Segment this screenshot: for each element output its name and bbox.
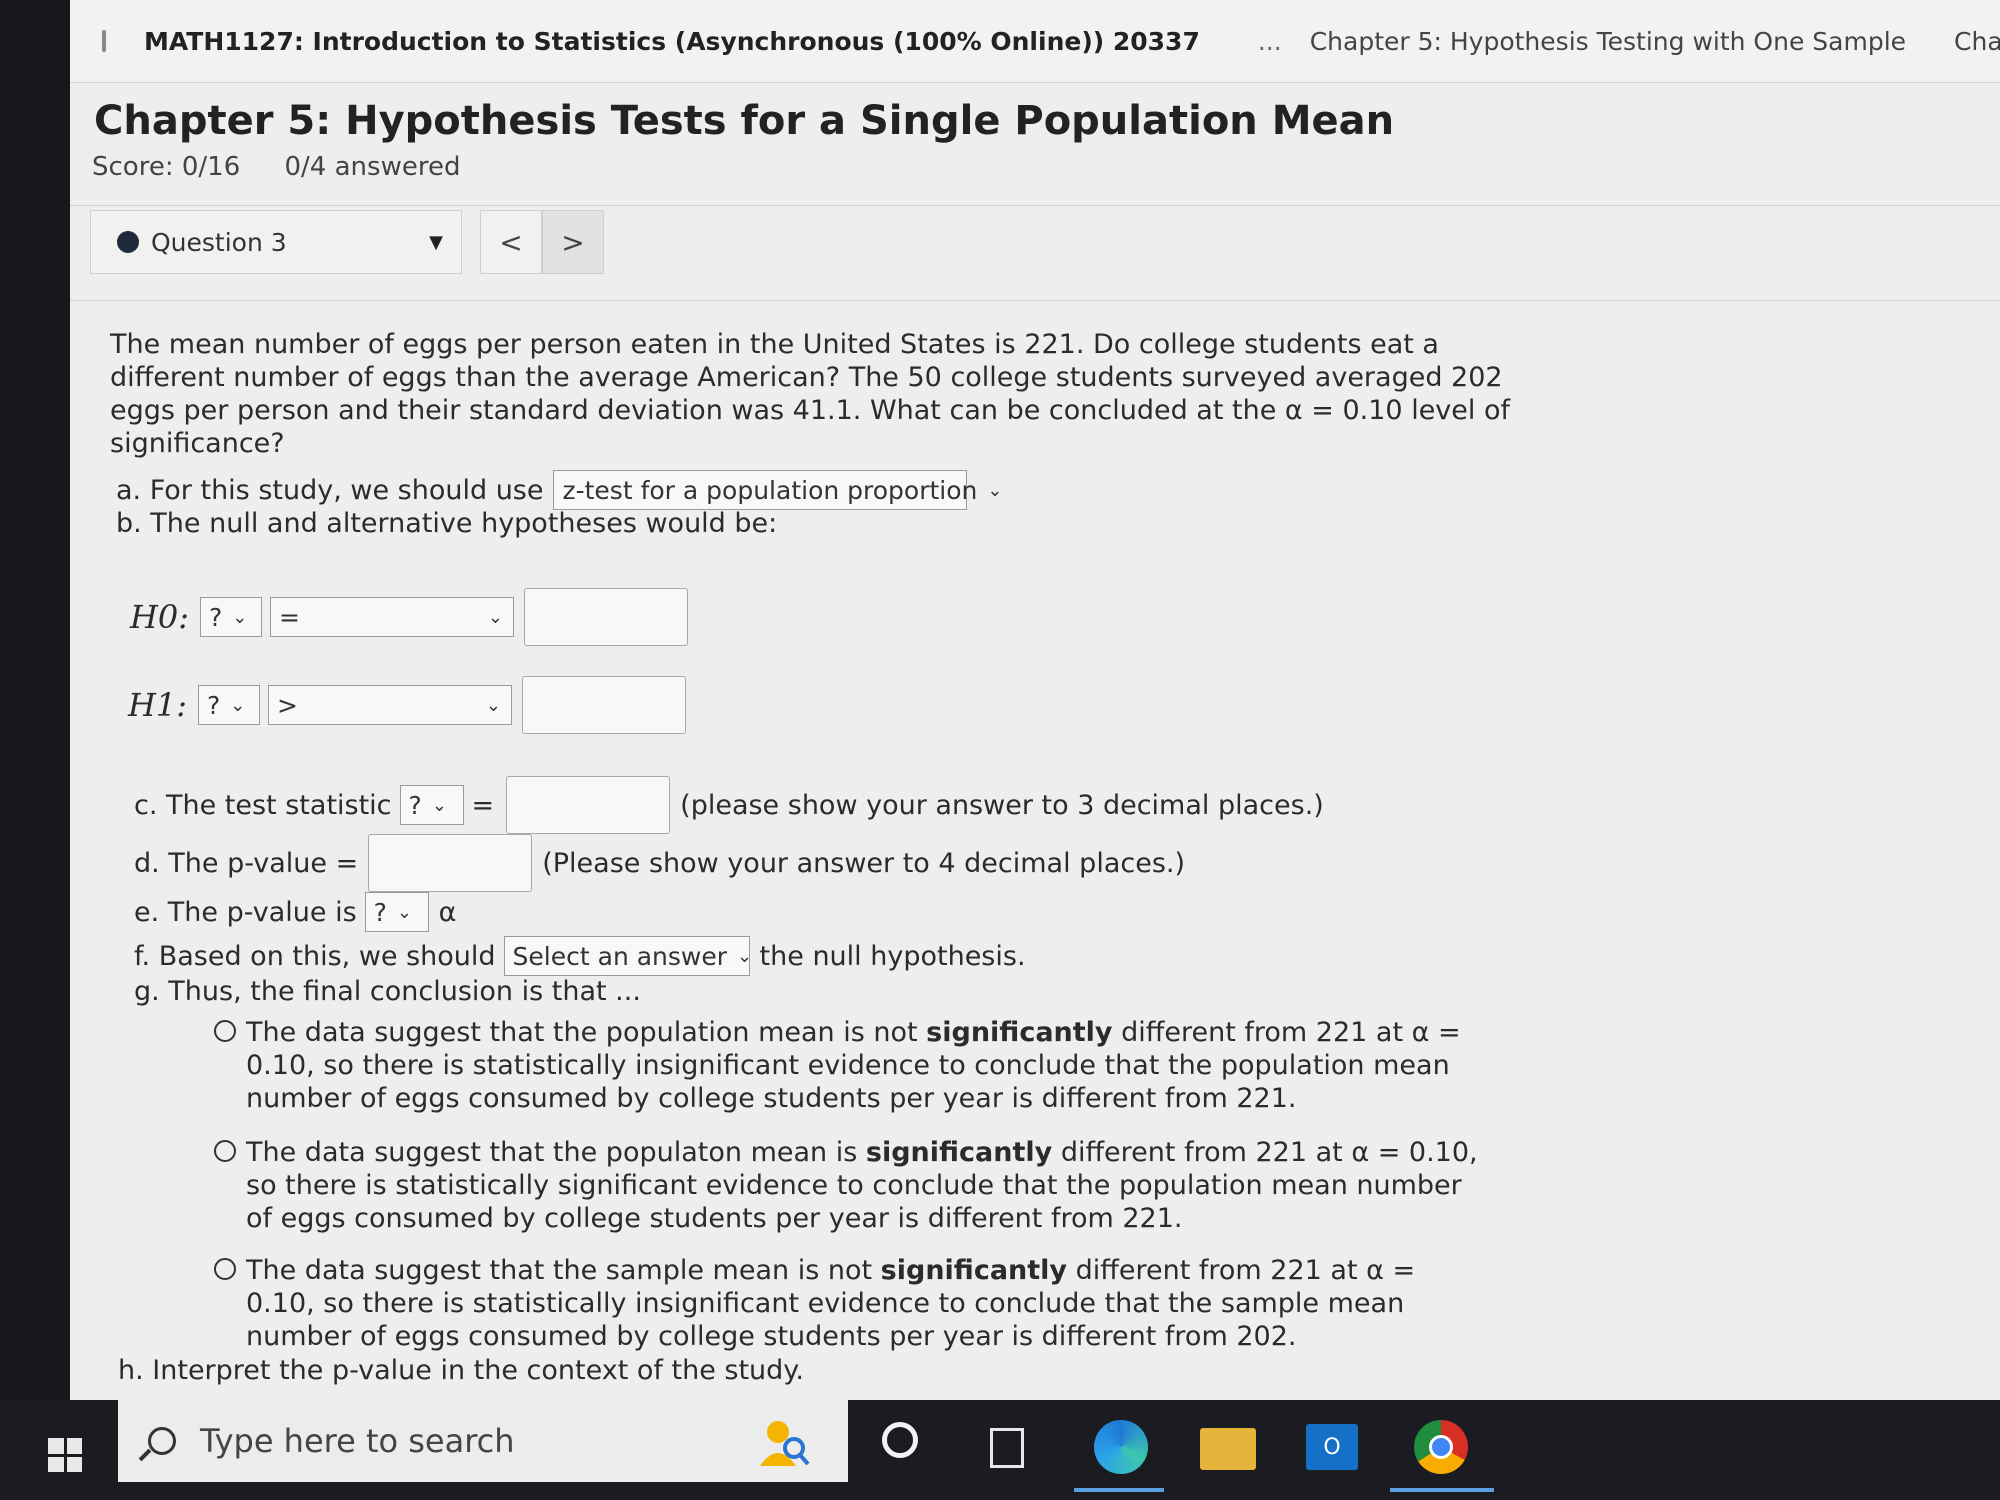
part-g-label: g. Thus, the final conclusion is that ..…	[134, 976, 641, 1007]
h1-operator-select[interactable]: > ⌄	[268, 685, 512, 725]
alpha-symbol: α	[438, 896, 457, 928]
h0-value-input[interactable]	[524, 588, 688, 646]
conclusion-option-3[interactable]: The data suggest that the sample mean is…	[214, 1254, 1490, 1353]
page-title: Chapter 5: Hypothesis Tests for a Single…	[94, 98, 1395, 144]
h1-label: H1:	[128, 686, 188, 724]
caret-down-icon: ▼	[429, 231, 443, 253]
windows-start-icon[interactable]	[48, 1438, 82, 1472]
breadcrumb-ellipsis[interactable]: ...	[1258, 27, 1282, 56]
radio-button[interactable]	[214, 1140, 236, 1162]
chevron-down-icon: ⌄	[485, 694, 501, 716]
file-explorer-icon[interactable]	[1200, 1428, 1256, 1470]
part-f-suffix: the null hypothesis.	[759, 940, 1026, 972]
conclusion-option-1[interactable]: The data suggest that the population mea…	[214, 1016, 1490, 1115]
option-text: The data suggest that the populaton mean…	[246, 1137, 1478, 1234]
h0-operator-select[interactable]: = ⌄	[270, 597, 514, 637]
score-value: Score: 0/16	[92, 152, 241, 182]
part-b: b. The null and alternative hypotheses w…	[116, 508, 777, 539]
h0-row: H0: ? ⌄ = ⌄	[130, 588, 688, 646]
part-d-label: d. The p-value =	[134, 847, 359, 879]
chevron-down-icon: ⌄	[230, 694, 246, 716]
breadcrumb-course[interactable]: MATH1127: Introduction to Statistics (As…	[144, 27, 1200, 56]
score-line: Score: 0/16 0/4 answered	[92, 152, 496, 182]
search-placeholder: Type here to search	[200, 1422, 515, 1460]
question-select[interactable]: Question 3 ▼	[90, 210, 462, 274]
part-b-label: b. The null and alternative hypotheses w…	[116, 508, 778, 539]
option-text: The data suggest that the population mea…	[246, 1017, 1461, 1114]
conclusion-option-2[interactable]: The data suggest that the populaton mean…	[214, 1136, 1490, 1235]
part-a-label: a. For this study, we should use	[116, 474, 544, 506]
active-app-indicator	[1390, 1488, 1494, 1492]
part-d-hint: (Please show your answer to 4 decimal pl…	[542, 847, 1186, 879]
prev-question-button[interactable]: <	[480, 210, 542, 274]
part-c-label: c. The test statistic	[134, 789, 392, 821]
divider	[70, 205, 2000, 206]
chrome-browser-icon[interactable]	[1414, 1420, 1468, 1474]
browser-content: MATH1127: Introduction to Statistics (As…	[70, 0, 2000, 1410]
p-value-input[interactable]	[368, 834, 533, 892]
breadcrumb-chapter[interactable]: Chapter 5: Hypothesis Testing with One S…	[1310, 27, 1906, 56]
test-statistic-select[interactable]: ? ⌄	[399, 785, 464, 825]
search-icon	[148, 1427, 176, 1455]
part-g: g. Thus, the final conclusion is that ..…	[134, 976, 641, 1007]
chevron-down-icon: ⌄	[232, 606, 248, 628]
option-text: The data suggest that the sample mean is…	[246, 1255, 1416, 1352]
question-text: The mean number of eggs per person eaten…	[110, 329, 1511, 459]
status-dot-icon	[117, 231, 139, 253]
chevron-right-icon: >	[561, 225, 585, 259]
p-value-compare-select[interactable]: ? ⌄	[364, 892, 429, 932]
h0-label: H0:	[130, 598, 190, 636]
part-e: e. The p-value is ? ⌄ α	[134, 892, 456, 932]
next-question-button[interactable]: >	[542, 210, 604, 274]
part-e-label: e. The p-value is	[134, 896, 357, 928]
chevron-down-icon: ⌄	[737, 945, 753, 967]
h1-value-input[interactable]	[522, 676, 686, 734]
taskbar: Type here to search O	[0, 1400, 2000, 1500]
part-f: f. Based on this, we should Select an an…	[134, 936, 1026, 976]
chevron-down-icon: ⌄	[487, 606, 503, 628]
divider	[70, 300, 2000, 301]
chevron-down-icon: ⌄	[396, 901, 413, 923]
h0-param-value: ?	[209, 602, 223, 632]
taskbar-search[interactable]: Type here to search	[118, 1400, 848, 1482]
chevron-left-icon: <	[499, 225, 523, 259]
decision-select-value: Select an answer	[512, 941, 728, 971]
task-view-icon[interactable]	[990, 1428, 1024, 1468]
equals-sign: =	[471, 789, 495, 821]
h1-row: H1: ? ⌄ > ⌄	[128, 676, 686, 734]
part-a: a. For this study, we should use z-test …	[116, 470, 1002, 510]
test-statistic-select-value: ?	[408, 790, 422, 820]
h0-operator-value: =	[279, 602, 300, 632]
decision-select[interactable]: Select an answer ⌄	[503, 936, 753, 976]
part-f-label: f. Based on this, we should	[134, 940, 496, 972]
part-h-label: h. Interpret the p-value in the context …	[118, 1355, 805, 1386]
answered-count: 0/4 answered	[284, 152, 461, 182]
radio-button[interactable]	[214, 1020, 236, 1042]
breadcrumb-current[interactable]: Chapter 5: Hypothesis T	[1954, 27, 2000, 56]
test-statistic-input[interactable]	[506, 776, 671, 834]
chevron-down-icon: ⌄	[431, 794, 447, 816]
p-value-compare-value: ?	[373, 897, 387, 927]
h0-param-select[interactable]: ? ⌄	[200, 597, 262, 637]
part-c: c. The test statistic ? ⌄ = (please show…	[134, 776, 1324, 834]
radio-button[interactable]	[214, 1258, 236, 1280]
part-d: d. The p-value = (Please show your answe…	[134, 834, 1185, 892]
edge-browser-icon[interactable]	[1094, 1420, 1148, 1474]
course-icon	[102, 30, 106, 52]
test-type-select[interactable]: z-test for a population proportion ⌄	[553, 470, 1002, 510]
h1-param-select[interactable]: ? ⌄	[198, 685, 260, 725]
cortana-icon[interactable]	[882, 1422, 918, 1458]
question-select-label: Question 3	[151, 227, 287, 257]
outlook-icon[interactable]: O	[1306, 1424, 1358, 1470]
search-highlight-icon	[760, 1421, 810, 1466]
breadcrumb: MATH1127: Introduction to Statistics (As…	[70, 0, 2000, 83]
test-type-value: z-test for a population proportion	[562, 475, 978, 505]
left-edge	[0, 0, 70, 1500]
question-nav: Question 3 ▼ < >	[90, 210, 604, 274]
h1-param-value: ?	[207, 690, 221, 720]
active-app-indicator	[1074, 1488, 1164, 1492]
part-c-hint: (please show your answer to 3 decimal pl…	[680, 789, 1324, 821]
h1-operator-value: >	[277, 690, 298, 720]
chevron-down-icon: ⌄	[987, 479, 1003, 501]
